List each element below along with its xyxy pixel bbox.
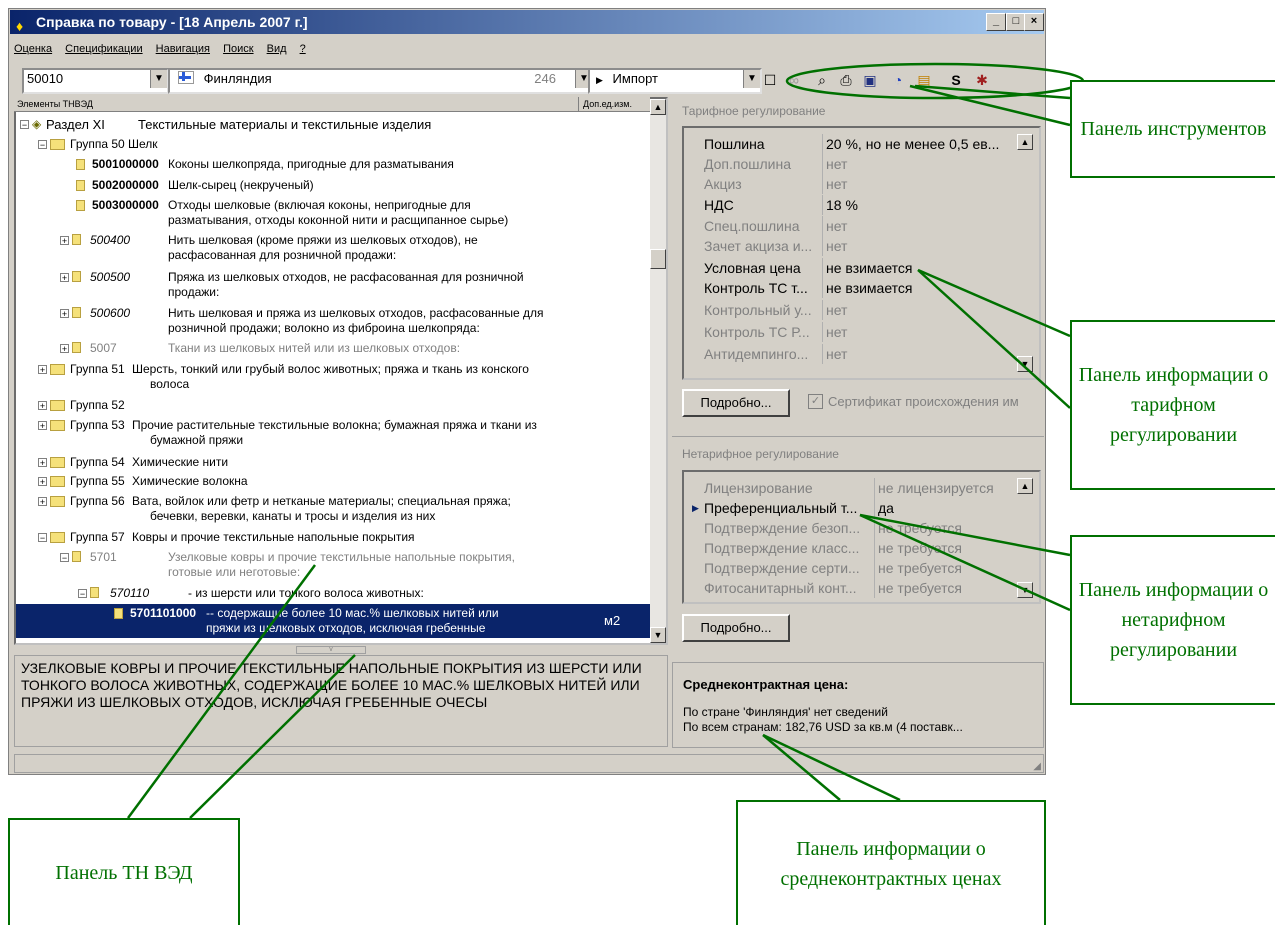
callout-tnved: Панель ТН ВЭД bbox=[8, 818, 240, 925]
callout-tariff: Панель информации о тарифном регулирован… bbox=[1070, 320, 1275, 490]
callout-nontariff: Панель информации о нетарифном регулиров… bbox=[1070, 535, 1275, 705]
callout-toolbar: Панель инструментов bbox=[1070, 80, 1275, 178]
callout-price: Панель информации о среднеконтрактных це… bbox=[736, 800, 1046, 925]
